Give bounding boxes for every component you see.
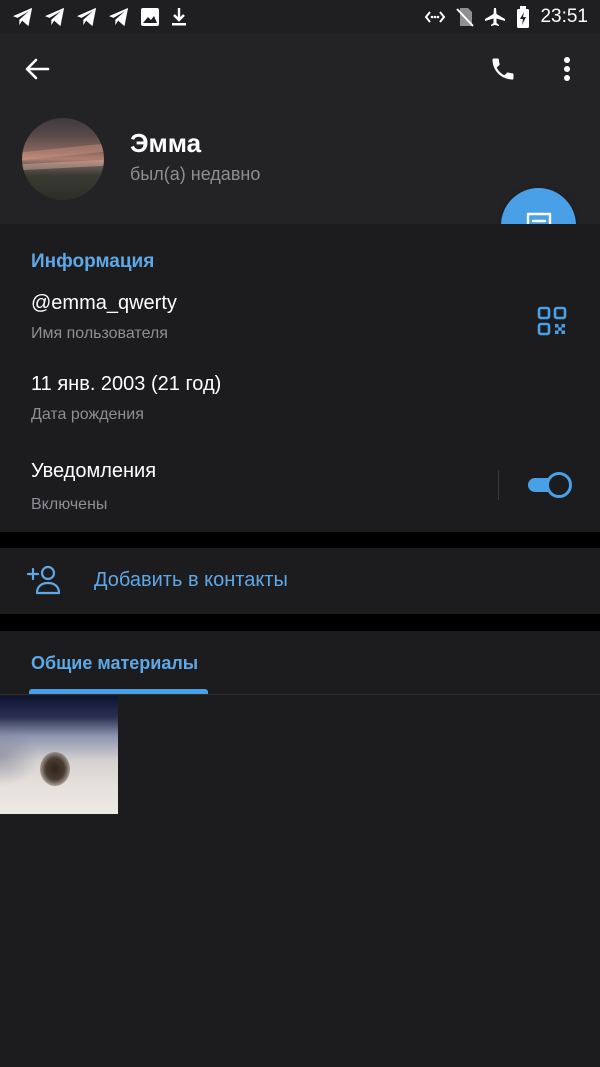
avatar-cloud — [22, 159, 104, 171]
status-bar-notifications — [12, 7, 198, 27]
notifications-title: Уведомления — [31, 460, 157, 482]
tab-underline — [0, 694, 600, 695]
tab-shared-media[interactable]: Общие материалы — [31, 653, 198, 674]
battery-charging-icon — [517, 6, 530, 28]
thumbnail-shade — [0, 726, 40, 786]
telegram-icon — [45, 7, 65, 27]
username-label: Имя пользователя — [31, 325, 168, 342]
more-options-button[interactable] — [546, 46, 588, 92]
download-icon — [172, 8, 186, 26]
more-vert-icon — [564, 57, 570, 81]
section-divider — [0, 614, 600, 631]
media-thumbnail[interactable] — [0, 696, 118, 814]
qr-code-button[interactable] — [535, 304, 569, 338]
status-time: 23:51 — [540, 6, 588, 27]
toggle-knob — [546, 472, 572, 498]
birthday-value: 11 янв. 2003 (21 год) — [31, 373, 222, 395]
back-button[interactable] — [14, 46, 60, 92]
arrow-back-icon — [25, 58, 50, 80]
data-saver-icon — [425, 11, 446, 23]
avatar[interactable] — [22, 118, 104, 200]
qr-code-icon — [537, 306, 567, 336]
notifications-divider — [498, 470, 499, 500]
telegram-icon — [77, 7, 97, 27]
phone-icon — [492, 58, 514, 80]
shared-media-section: Общие материалы — [0, 631, 600, 1067]
username-value: @emma_qwerty — [31, 292, 177, 314]
no-sim-icon — [456, 8, 475, 27]
app-bar — [0, 34, 600, 104]
info-section-title: Информация — [31, 251, 155, 272]
call-button[interactable] — [480, 46, 526, 92]
add-contact-button[interactable]: Добавить в контакты — [0, 548, 600, 614]
notifications-toggle[interactable] — [526, 472, 572, 498]
birthday-label: Дата рождения — [31, 406, 144, 423]
image-icon — [141, 8, 159, 26]
info-section: Информация @emma_qwerty Имя пользователя… — [0, 224, 600, 532]
add-contact-label: Добавить в контакты — [94, 569, 288, 591]
section-divider — [0, 532, 600, 548]
notifications-status: Включены — [31, 496, 108, 513]
telegram-icon — [13, 7, 33, 27]
airplane-icon — [485, 8, 506, 26]
thumbnail-subject — [40, 752, 70, 786]
telegram-icon — [109, 7, 129, 27]
profile-name: Эмма — [130, 128, 202, 158]
status-bar: 23:51 — [0, 0, 600, 34]
add-person-icon — [26, 565, 61, 595]
status-bar-system: 23:51 — [414, 6, 588, 28]
profile-status: был(а) недавно — [130, 164, 261, 184]
avatar-cloud — [22, 143, 104, 161]
